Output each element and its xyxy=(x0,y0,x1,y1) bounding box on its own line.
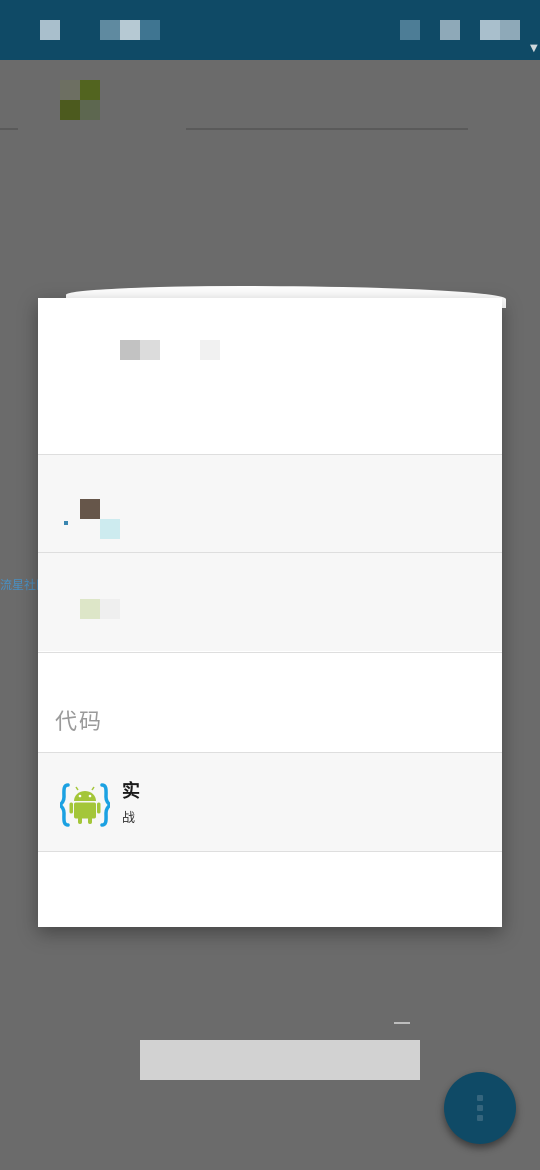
action-icon[interactable] xyxy=(400,20,420,40)
app-title-fragment xyxy=(120,20,140,40)
option-icon xyxy=(80,499,100,519)
dialog-title-fragment xyxy=(140,340,160,360)
android-code-icon xyxy=(60,783,110,827)
logo-pixel xyxy=(80,100,100,120)
dialog-title-fragment xyxy=(200,340,220,360)
app-title: 实 xyxy=(122,781,140,802)
dialog-option-row[interactable] xyxy=(38,552,502,651)
section-label: 代码 xyxy=(55,710,104,735)
logo-pixel xyxy=(60,80,80,100)
share-dialog: 代码 实 战 xyxy=(38,298,502,927)
option-icon xyxy=(100,519,120,539)
more-vert-icon xyxy=(477,1095,483,1101)
background-bottom-bar xyxy=(140,1040,420,1080)
more-vert-icon-dot xyxy=(477,1105,483,1111)
more-options-fab[interactable] xyxy=(444,1072,516,1144)
dialog-header xyxy=(38,298,502,454)
dialog-title-fragment xyxy=(120,340,140,360)
more-vert-icon-dot xyxy=(477,1115,483,1121)
app-bar xyxy=(0,0,540,60)
app-list-item[interactable]: 实 战 xyxy=(38,752,502,852)
section-header: 代码 xyxy=(38,652,502,753)
navigation-icon[interactable] xyxy=(40,20,60,40)
logo-pixel xyxy=(60,100,80,120)
action-icon[interactable] xyxy=(480,20,500,40)
action-icon[interactable] xyxy=(440,20,460,40)
dialog-option-row[interactable] xyxy=(38,454,502,553)
background-divider xyxy=(186,128,468,130)
background-divider xyxy=(0,128,18,130)
app-title-fragment xyxy=(100,20,120,40)
option-icon xyxy=(80,599,100,619)
option-mark xyxy=(64,521,68,525)
option-icon xyxy=(100,599,120,619)
action-icon[interactable] xyxy=(500,20,520,40)
app-title-fragment xyxy=(140,20,160,40)
chevron-down-icon: ▼ xyxy=(530,43,538,54)
app-subtitle: 战 xyxy=(122,811,136,826)
background-mark xyxy=(394,1022,410,1024)
logo-pixel xyxy=(80,80,100,100)
